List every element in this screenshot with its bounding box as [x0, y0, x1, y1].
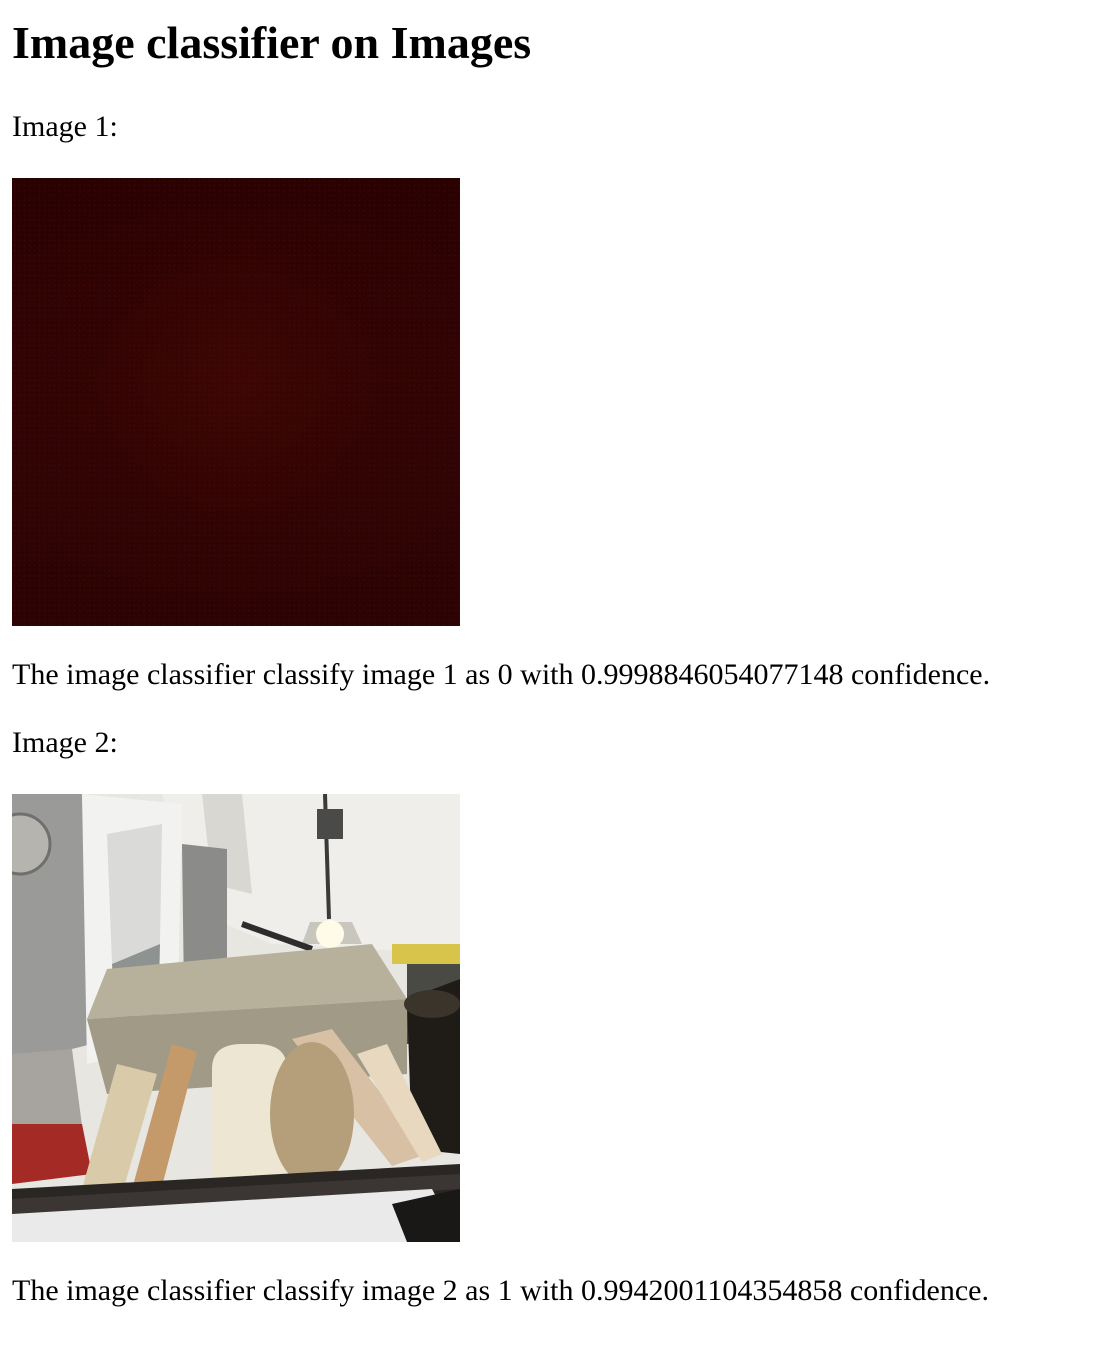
image-2-classification-result: The image classifier classify image 2 as…	[12, 1274, 989, 1307]
image-1-label: Image 1:	[12, 110, 118, 143]
image-1-classification-result: The image classifier classify image 1 as…	[12, 658, 991, 691]
shelf-photo-illustration	[12, 794, 460, 1242]
image-2-label: Image 2:	[12, 726, 118, 759]
image-1-dark-red-photo	[12, 178, 460, 626]
page-title: Image classifier on Images	[12, 17, 532, 68]
image-2-shelf-photo	[12, 794, 460, 1242]
